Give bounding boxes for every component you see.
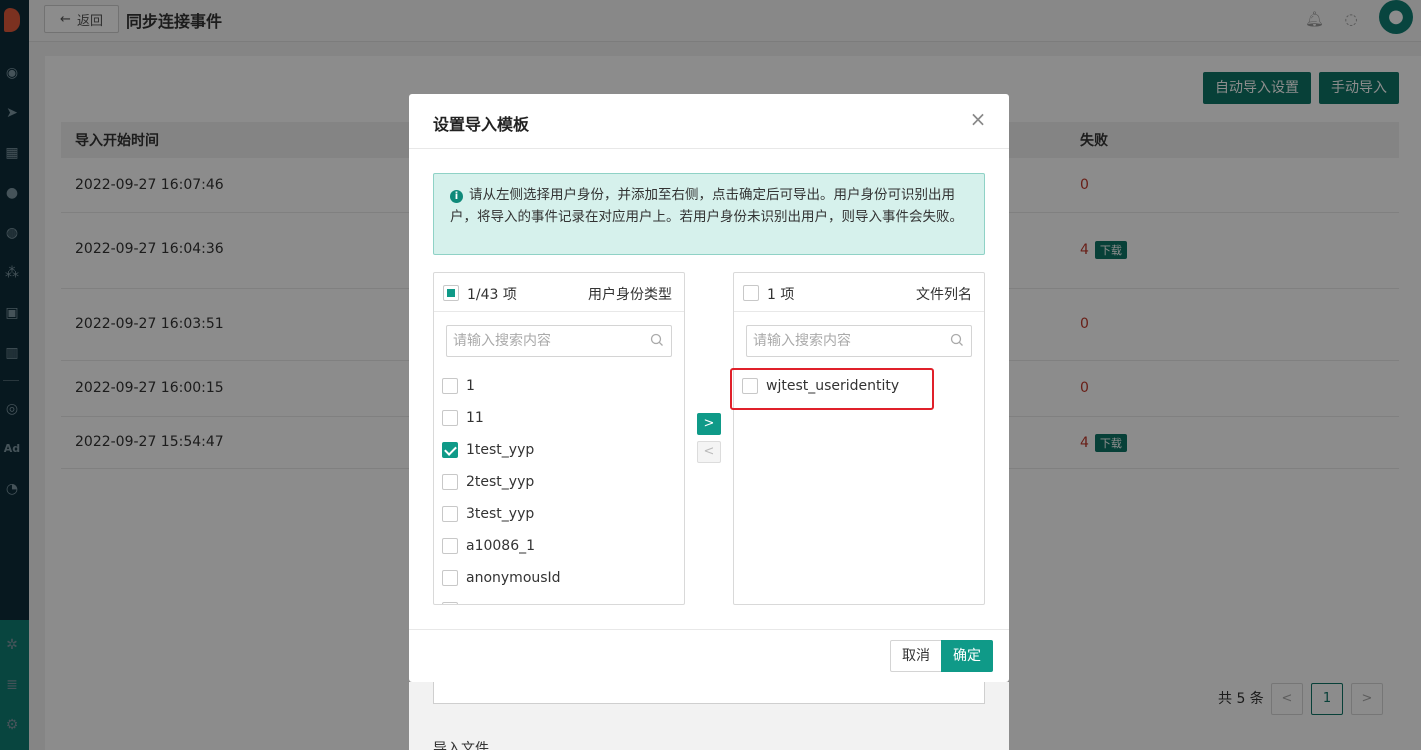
target-panel-title: 文件列名	[916, 287, 972, 303]
info-alert: i 请从左侧选择用户身份，并添加至右侧，点击确定后可导出。用户身份可识别出用户，将…	[433, 173, 985, 255]
list-item[interactable]: a10086_1	[442, 533, 676, 561]
close-icon[interactable]: ×	[967, 108, 989, 130]
list-item-label: a10086_1	[466, 538, 536, 554]
list-item[interactable]: 3test_yyp	[442, 501, 676, 529]
search-icon	[650, 333, 663, 346]
list-item-checkbox[interactable]	[442, 410, 458, 426]
list-item[interactable]: 11	[442, 405, 676, 433]
underlying-input-box	[433, 682, 985, 704]
list-item-checkbox[interactable]	[442, 538, 458, 554]
modal-footer-divider	[409, 629, 1009, 630]
search-icon	[950, 333, 963, 346]
list-item-label: 2test_yyp	[466, 474, 535, 490]
source-count: 1/43 项	[467, 287, 517, 303]
target-panel-header: 1 项 文件列名	[734, 273, 984, 312]
list-item-checkbox[interactable]	[442, 474, 458, 490]
list-item-label: 3test_yyp	[466, 506, 535, 522]
confirm-button[interactable]: 确定	[941, 640, 993, 672]
target-count: 1 项	[767, 287, 795, 303]
modal-header: 设置导入模板 ×	[409, 94, 1009, 149]
list-item[interactable]: 2test_yyp	[442, 469, 676, 497]
list-item-checkbox[interactable]	[442, 602, 458, 604]
import-file-label: 导入文件	[433, 741, 489, 750]
target-panel: 1 项 文件列名 wjtest_useridentity	[733, 272, 985, 605]
import-template-modal: 设置导入模板 × i 请从左侧选择用户身份，并添加至右侧，点击确定后可导出。用户身…	[409, 94, 1009, 682]
move-to-left-button[interactable]: <	[697, 441, 721, 463]
list-item-checkbox[interactable]	[442, 442, 458, 458]
underlying-form: 导入文件	[409, 682, 1009, 750]
modal-title: 设置导入模板	[433, 115, 530, 134]
info-icon: i	[450, 190, 463, 203]
cancel-button[interactable]: 取消	[890, 640, 942, 672]
list-item[interactable]: 1	[442, 373, 676, 401]
list-item-checkbox[interactable]	[442, 570, 458, 586]
source-select-all-checkbox[interactable]	[443, 285, 459, 301]
list-item-partial[interactable]	[442, 597, 676, 604]
move-to-right-button[interactable]: >	[697, 413, 721, 435]
alert-text: 请从左侧选择用户身份，并添加至右侧，点击确定后可导出。用户身份可识别出用户，将导…	[450, 187, 963, 225]
source-panel: 1/43 项 用户身份类型 1 11 1test_yyp 2test_yyp	[433, 272, 685, 605]
target-search-input[interactable]	[747, 326, 947, 356]
source-search	[446, 325, 672, 357]
target-select-all-checkbox[interactable]	[743, 285, 759, 301]
list-item[interactable]: 1test_yyp	[442, 437, 676, 465]
list-item[interactable]: anonymousId	[442, 565, 676, 593]
list-item-label: 1	[466, 378, 475, 394]
source-search-input[interactable]	[447, 326, 647, 356]
list-item-label: 1test_yyp	[466, 442, 535, 458]
list-item-checkbox[interactable]	[442, 506, 458, 522]
list-item-label: 11	[466, 410, 484, 426]
source-panel-header: 1/43 项 用户身份类型	[434, 273, 684, 312]
target-search	[746, 325, 972, 357]
list-item-label: anonymousId	[466, 570, 561, 586]
highlight-box	[730, 368, 934, 410]
source-panel-title: 用户身份类型	[588, 287, 672, 303]
list-item-checkbox[interactable]	[442, 378, 458, 394]
